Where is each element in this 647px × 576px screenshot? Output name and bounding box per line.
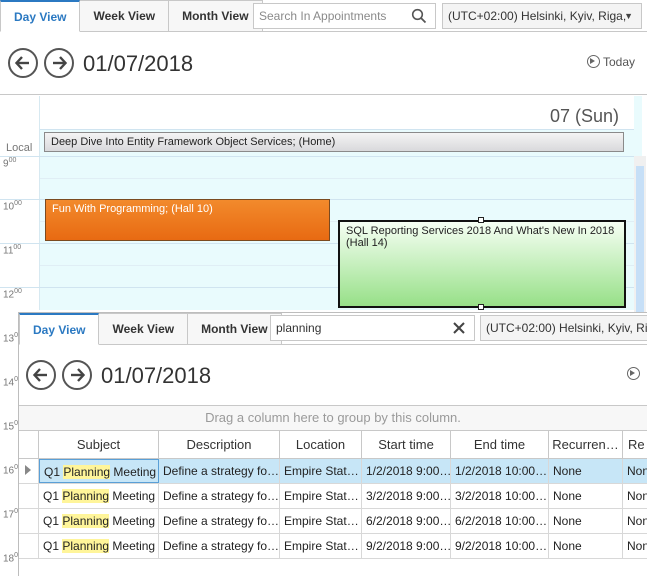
hour-label: 900 [3,157,17,170]
arrow-right-icon [71,368,86,382]
front-view-tabs: Day View Week View Month View [19,313,282,345]
cell-subject[interactable]: Q1 Planning Meeting [39,509,159,533]
cell-recurrence[interactable]: None [549,459,623,483]
next-date-button[interactable] [44,48,74,78]
cell-subject[interactable]: Q1 Planning Meeting [39,459,159,483]
cell-extra[interactable]: Non [623,459,647,483]
column-header-description[interactable]: Description [159,431,280,459]
cell-end-time[interactable]: 1/2/2018 10:00… [451,459,549,483]
timezone-value: (UTC+02:00) Helsinki, Kyiv, Riga, [448,9,627,23]
timezone-select[interactable]: (UTC+02:00) Helsinki, Kyiv, Riga [480,315,647,341]
arrow-left-icon [32,368,47,382]
column-header-location[interactable]: Location [280,431,362,459]
cell-description[interactable]: Define a strategy fo… [159,509,280,533]
hour-label: 1200 [3,288,22,301]
appointment-fun-with-programming[interactable]: Fun With Programming; (Hall 10) [45,199,330,241]
cell-recurrence[interactable]: None [549,484,623,508]
cell-description[interactable]: Define a strategy fo… [159,459,280,483]
scrollbar-thumb[interactable] [636,166,644,312]
tab-week-view[interactable]: Week View [99,313,189,345]
column-header-subject[interactable]: Subject [39,431,159,459]
today-button[interactable] [627,367,643,381]
row-indicator [19,534,39,558]
today-label: Today [603,55,636,69]
hour-label: 1100 [3,244,22,257]
group-panel[interactable]: Drag a column here to group by this colu… [19,406,647,430]
appointment-search [270,315,475,341]
column-header-start-time[interactable]: Start time [362,431,451,459]
cell-location[interactable]: Empire Stat… [280,459,362,483]
tab-day-view[interactable]: Day View [19,313,100,345]
cell-extra[interactable]: Non [623,484,647,508]
column-header-extra[interactable]: Re [623,431,647,459]
cell-extra[interactable]: Non [623,534,647,558]
cell-location[interactable]: Empire Stat… [280,534,362,558]
tabbar-line [267,344,647,345]
current-date: 01/07/2018 [101,363,212,388]
row-indicator [19,509,39,533]
today-icon [587,55,600,68]
cell-recurrence[interactable]: None [549,509,623,533]
arrow-left-icon [14,56,29,70]
table-row[interactable]: Q1 Planning Meeting Define a strategy fo… [19,509,647,534]
cell-end-time[interactable]: 3/2/2018 10:00… [451,484,549,508]
all-day-appointment[interactable]: Deep Dive Into Entity Framework Object S… [44,132,624,152]
cell-location[interactable]: Empire Stat… [280,509,362,533]
half-hour-line [40,178,634,179]
cell-start-time[interactable]: 6/2/2018 9:00… [362,509,451,533]
table-row[interactable]: Q1 Planning Meeting Define a strategy fo… [19,534,647,559]
search-input[interactable] [271,316,474,340]
hour-label: 1000 [3,200,22,213]
row-indicator-header [19,431,39,459]
current-date: 01/07/2018 [83,51,194,76]
cell-description[interactable]: Define a strategy fo… [159,534,280,558]
cell-start-time[interactable]: 1/2/2018 9:00… [362,459,451,483]
cell-end-time[interactable]: 9/2/2018 10:00… [451,534,549,558]
cell-subject[interactable]: Q1 Planning Meeting [39,534,159,558]
appointment-sql-reporting[interactable]: SQL Reporting Services 2018 And What's N… [338,220,626,308]
row-pointer-icon [19,459,39,483]
prev-date-button[interactable] [8,48,38,78]
day-header [40,96,634,130]
arrow-right-icon [53,56,68,70]
column-header-end-time[interactable]: End time [451,431,549,459]
cell-start-time[interactable]: 3/2/2018 9:00… [362,484,451,508]
cell-end-time[interactable]: 6/2/2018 10:00… [451,509,549,533]
tab-month-view[interactable]: Month View [188,313,282,345]
table-row[interactable]: Q1 Planning Meeting Define a strategy fo… [19,484,647,509]
chevron-down-icon: ▼ [624,11,633,21]
header-divider [0,94,647,95]
hour-line [0,156,634,157]
cell-recurrence[interactable]: None [549,534,623,558]
next-date-button[interactable] [62,360,92,390]
today-button[interactable]: Today [587,55,635,69]
cell-location[interactable]: Empire Stat… [280,484,362,508]
day-header-label: 07 (Sun) [550,106,620,126]
resize-handle-bottom[interactable] [478,304,484,310]
search-input[interactable] [254,4,435,28]
tab-week-view[interactable]: Week View [80,0,170,32]
timezone-select[interactable]: (UTC+02:00) Helsinki, Kyiv, Riga, ▼ [442,3,642,29]
today-icon [627,367,640,380]
clear-icon[interactable] [452,321,466,338]
local-label: Local [6,142,33,154]
column-header-recurrence[interactable]: Recurren… [549,431,623,459]
row-indicator [19,484,39,508]
resize-handle-top[interactable] [478,217,484,223]
tab-month-view[interactable]: Month View [169,0,263,32]
cell-start-time[interactable]: 9/2/2018 9:00… [362,534,451,558]
table-row[interactable]: Q1 Planning Meeting Define a strategy fo… [19,459,647,484]
appointment-search [253,3,436,29]
timezone-value: (UTC+02:00) Helsinki, Kyiv, Riga [486,321,647,335]
cell-description[interactable]: Define a strategy fo… [159,484,280,508]
prev-date-button[interactable] [26,360,56,390]
search-icon[interactable] [411,8,427,27]
tab-day-view[interactable]: Day View [0,0,81,32]
back-view-tabs: Day View Week View Month View [0,0,263,32]
cell-subject[interactable]: Q1 Planning Meeting [39,484,159,508]
tabbar-line [249,31,647,32]
cell-extra[interactable]: Non [623,509,647,533]
